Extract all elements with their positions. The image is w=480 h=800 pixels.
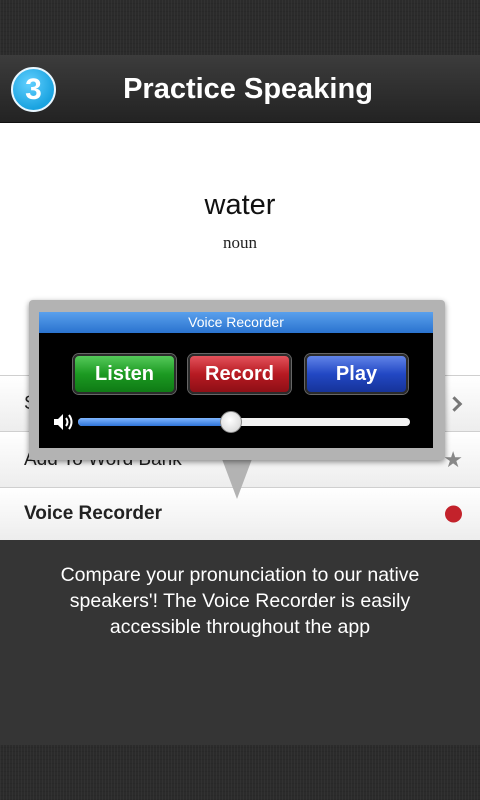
popup-title: Voice Recorder [39,312,433,333]
voice-recorder-panel: Voice Recorder Listen Record Play [39,312,433,448]
voice-recorder-popup: Voice Recorder Listen Record Play [29,300,445,460]
popup-pointer [222,459,252,499]
part-of-speech: noun [223,233,257,252]
volume-slider-fill [78,418,231,426]
record-button[interactable]: Record [188,354,291,394]
chevron-right-icon [446,395,463,412]
play-button[interactable]: Play [305,354,408,394]
star-icon: ★ [443,446,463,472]
listen-button[interactable]: Listen [73,354,176,394]
info-text: Compare your pronunciation to our native… [60,564,420,638]
info-panel: Compare your pronunciation to our native… [0,540,480,745]
word-text: water [204,189,276,221]
volume-slider[interactable] [78,411,410,433]
red-dot-icon [445,505,462,523]
header-bar: 3 Practice Speaking [0,55,480,123]
volume-slider-thumb[interactable] [219,411,242,433]
menu-item-label: Voice Recorder [24,503,162,524]
speaker-icon [54,414,73,430]
page-title: Practice Speaking [123,72,373,105]
